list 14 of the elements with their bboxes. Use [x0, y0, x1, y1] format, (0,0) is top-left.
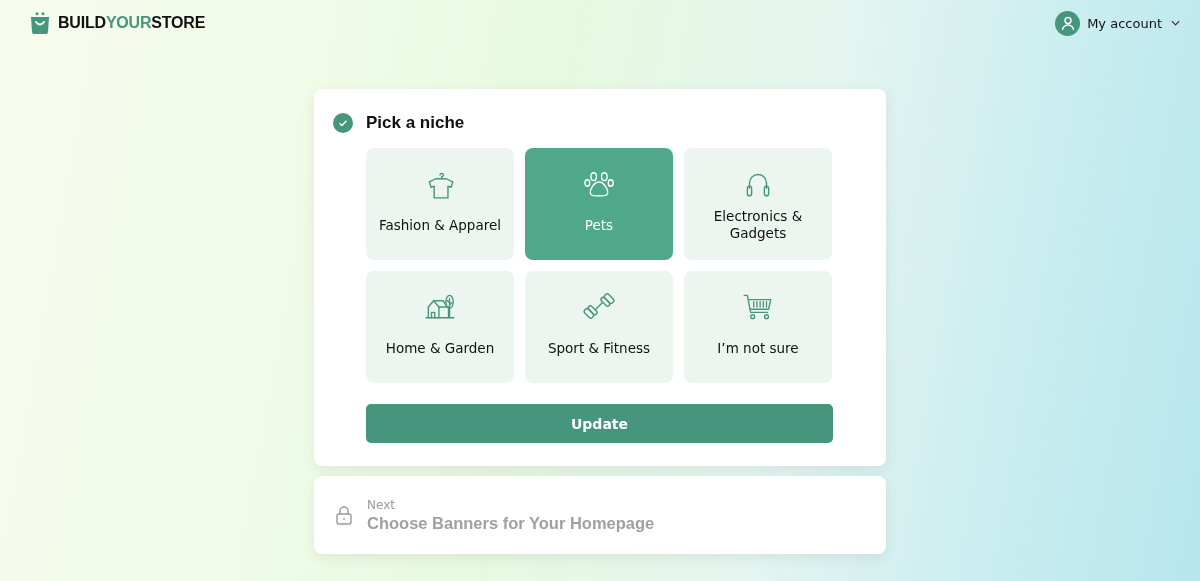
next-caption: Next: [367, 497, 396, 512]
caret-icon: [1171, 20, 1180, 26]
logo-text[interactable]: BUILDYOURSTORE: [58, 14, 206, 32]
avatar-icon: [1055, 10, 1081, 36]
niche-tile[interactable]: Home & Garden: [366, 271, 514, 383]
niche-tile[interactable]: Fashion & Apparel: [366, 148, 514, 260]
logo-icon: [29, 12, 51, 34]
niche-tile[interactable]: Sport & Fitness: [525, 271, 673, 383]
account-menu-button[interactable]: My account: [1055, 10, 1180, 36]
update-button[interactable]: Update: [366, 404, 833, 443]
step-title: Pick a niche: [366, 113, 465, 133]
niche-tile[interactable]: I’m not sure: [684, 271, 832, 383]
next-step-title: Choose Banners for Your Homepage: [367, 513, 655, 533]
niche-tile[interactable]: Electronics & Gadgets: [684, 148, 832, 260]
